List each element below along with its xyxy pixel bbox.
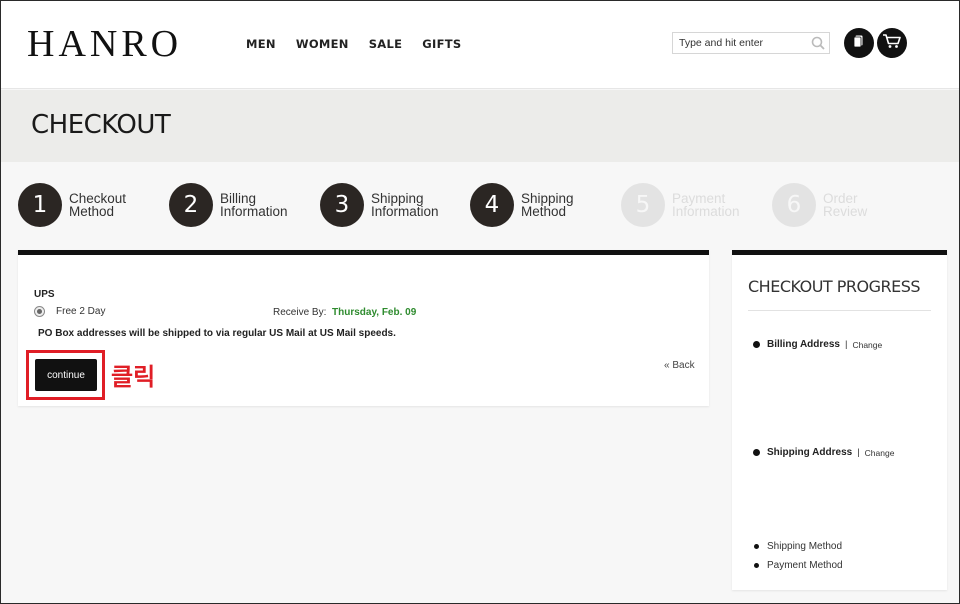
page-frame: HANRO MEN WOMEN SALE GIFTS Type and hit … [0, 0, 960, 604]
search-icon[interactable] [811, 36, 825, 50]
receive-by-date: Thursday, Feb. 09 [332, 307, 417, 318]
nav-men[interactable]: MEN [246, 37, 276, 51]
carrier-name: UPS [34, 289, 55, 300]
step-shipping-method: 4 Shipping Method [470, 183, 601, 227]
page-title: CHECKOUT [31, 110, 171, 140]
search-box [672, 32, 830, 54]
progress-item-shipping-address: Shipping Address | Change [753, 447, 894, 458]
step-label: Billing Information [220, 192, 300, 219]
step-shipping-information: 3 Shipping Information [320, 183, 451, 227]
shipping-option-label: Free 2 Day [56, 306, 106, 317]
main-nav: MEN WOMEN SALE GIFTS [246, 37, 462, 51]
step-order-review: 6 Order Review [772, 183, 903, 227]
step-label-line: Information [220, 204, 288, 219]
step-label-line: Information [672, 204, 740, 219]
bullet-icon [754, 544, 759, 549]
step-number: 1 [18, 183, 62, 227]
progress-item-label: Billing Address [767, 339, 840, 350]
separator: | [844, 339, 848, 350]
step-label-line: Information [371, 204, 439, 219]
wishlist-icon [852, 34, 866, 53]
progress-item-billing-address: Billing Address | Change [753, 339, 882, 350]
po-box-note: PO Box addresses will be shipped to via … [38, 328, 396, 339]
progress-item-label: Shipping Address [767, 447, 853, 458]
step-number: 6 [772, 183, 816, 227]
step-label: Payment Information [672, 192, 752, 219]
progress-item-payment-method: Payment Method [753, 560, 843, 571]
step-number: 3 [320, 183, 364, 227]
step-label-line: Method [69, 204, 115, 219]
checkout-banner: CHECKOUT [1, 90, 959, 162]
step-checkout-method: 1 Checkout Method [18, 183, 149, 227]
bullet-icon [754, 563, 759, 568]
divider [748, 310, 931, 311]
step-label: Order Review [823, 192, 903, 219]
bullet-icon [753, 449, 760, 456]
step-billing-information: 2 Billing Information [169, 183, 300, 227]
receive-by-label: Receive By: [273, 307, 327, 318]
step-label-line: Method [521, 204, 567, 219]
click-highlight-box [26, 350, 105, 400]
checkout-progress-title: CHECKOUT PROGRESS [748, 277, 921, 296]
step-label-line: Review [823, 204, 868, 219]
step-label: Shipping Information [371, 192, 451, 219]
step-payment-information: 5 Payment Information [621, 183, 752, 227]
nav-gifts[interactable]: GIFTS [422, 37, 461, 51]
site-header: HANRO MEN WOMEN SALE GIFTS [1, 1, 959, 89]
back-link[interactable]: « Back [664, 360, 695, 371]
step-number: 5 [621, 183, 665, 227]
checkout-progress-panel: CHECKOUT PROGRESS Billing Address | Chan… [732, 250, 947, 590]
bullet-icon [753, 341, 760, 348]
step-number: 4 [470, 183, 514, 227]
nav-women[interactable]: WOMEN [296, 37, 349, 51]
cart-button[interactable] [877, 28, 907, 58]
shipping-option[interactable]: Free 2 Day [34, 306, 105, 317]
site-logo[interactable]: HANRO [27, 23, 182, 65]
step-number: 2 [169, 183, 213, 227]
click-annotation: 클릭 [111, 363, 156, 391]
shipping-option-radio[interactable] [34, 306, 45, 317]
change-shipping-link[interactable]: Change [865, 448, 895, 458]
wishlist-button[interactable] [844, 28, 874, 58]
change-billing-link[interactable]: Change [852, 340, 882, 350]
step-label: Shipping Method [521, 192, 601, 219]
search-input[interactable] [673, 33, 803, 53]
nav-sale[interactable]: SALE [369, 37, 403, 51]
progress-item-label: Payment Method [767, 560, 843, 571]
step-label: Checkout Method [69, 192, 149, 219]
progress-item-shipping-method: Shipping Method [753, 541, 842, 552]
separator: | [857, 447, 860, 458]
shipping-method-panel: UPS Free 2 Day Receive By: Thursday, Feb… [18, 250, 709, 406]
progress-item-label: Shipping Method [767, 541, 843, 552]
cart-icon [882, 33, 902, 54]
